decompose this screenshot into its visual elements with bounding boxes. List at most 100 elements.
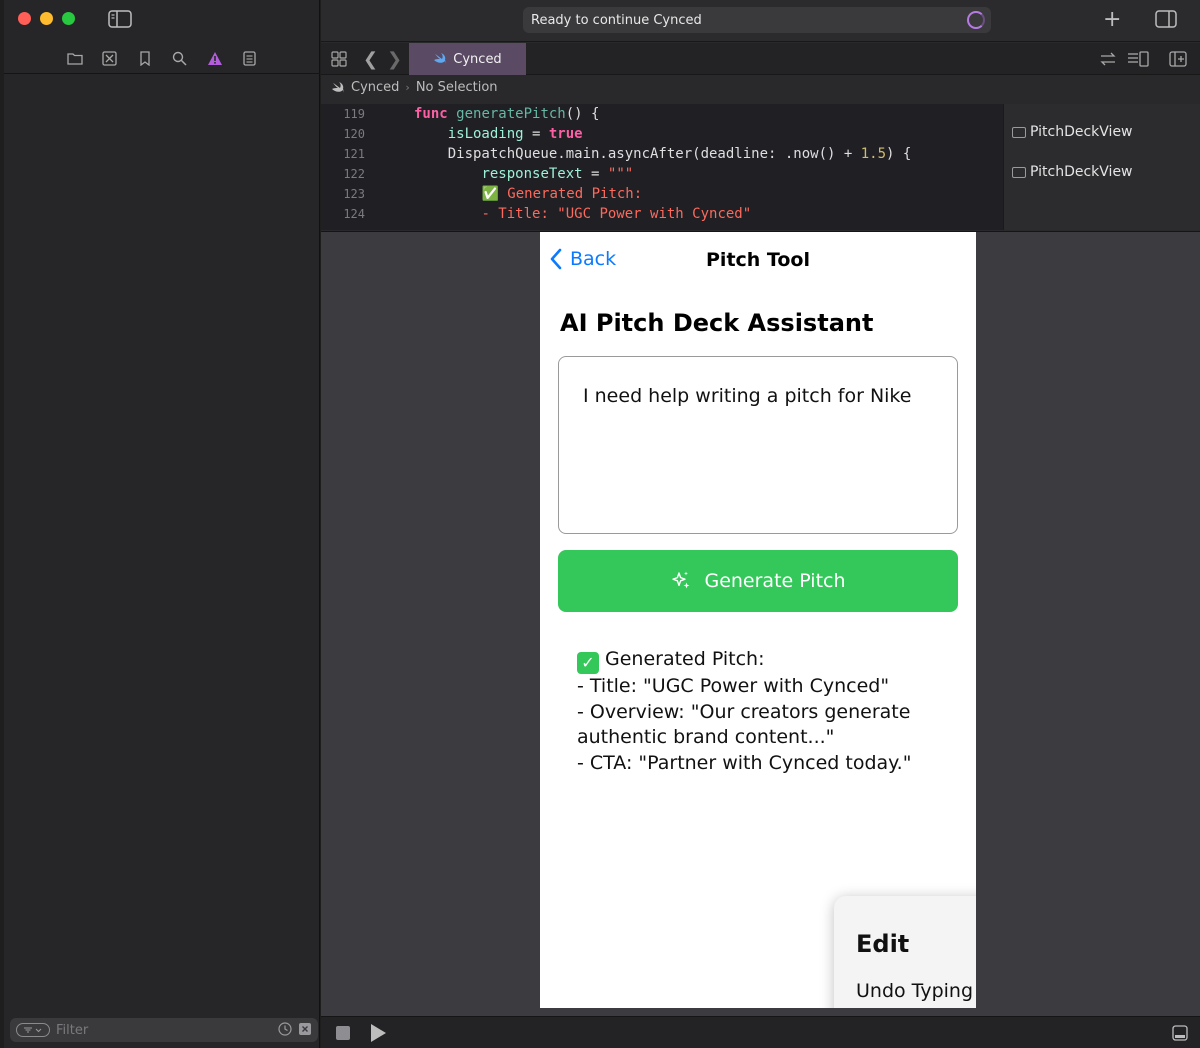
generated-pitch-text: ✓ Generated Pitch: - Title: "UGC Power wi… bbox=[577, 647, 937, 776]
code-text: DispatchQueue.main.asyncAfter(deadline: … bbox=[414, 144, 912, 164]
code-token: isLoading bbox=[447, 126, 524, 142]
result-line: - Overview: "Our creators generate authe… bbox=[577, 700, 911, 749]
code-line[interactable]: 120 isLoading = true bbox=[321, 124, 1003, 144]
nav-bar: Back Pitch Tool bbox=[540, 232, 976, 292]
edit-menu: Edit Undo Typing bbox=[834, 896, 976, 1008]
zoom-window-button[interactable] bbox=[62, 12, 75, 25]
tab-cynced[interactable]: Cynced bbox=[409, 43, 526, 75]
line-number: 123 bbox=[343, 187, 365, 201]
code-token: responseText bbox=[481, 166, 583, 182]
minimize-window-button[interactable] bbox=[40, 12, 53, 25]
breadcrumb-selection[interactable]: No Selection bbox=[416, 80, 498, 95]
editor-tab-bar: ❮ ❯ Cynced bbox=[321, 43, 1200, 75]
code-line[interactable]: 121 DispatchQueue.main.asyncAfter(deadli… bbox=[321, 144, 1003, 164]
warning-icon[interactable] bbox=[206, 50, 223, 67]
prompt-text-editor[interactable]: I need help writing a pitch for Nike bbox=[558, 356, 958, 534]
sidebar-toggle-icon[interactable] bbox=[108, 10, 132, 28]
code-token: DispatchQueue.main.asyncAfter(deadline: … bbox=[414, 146, 861, 162]
code-text: - Title: "UGC Power with Cynced" bbox=[414, 204, 751, 224]
code-token: () { bbox=[565, 106, 600, 122]
line-number: 121 bbox=[343, 147, 365, 161]
navigate-forward-icon[interactable]: ❯ bbox=[387, 49, 402, 70]
editor-area: Ready to continue Cynced + ❮ ❯ Cynced Cy… bbox=[321, 0, 1200, 1048]
breadcrumb: Cynced › No Selection bbox=[331, 80, 498, 95]
check-mark-icon: ✓ bbox=[577, 652, 599, 674]
swap-icon[interactable] bbox=[1099, 51, 1117, 67]
close-window-button[interactable] bbox=[18, 12, 31, 25]
line-number: 122 bbox=[343, 167, 365, 181]
undo-typing-item[interactable]: Undo Typing bbox=[856, 980, 973, 1002]
generate-pitch-label: Generate Pitch bbox=[704, 570, 846, 592]
navigate-back-icon[interactable]: ❮ bbox=[363, 49, 378, 70]
swift-icon bbox=[332, 81, 344, 93]
struct-icon bbox=[1012, 126, 1026, 138]
code-line[interactable]: 119 func generatePitch() { bbox=[321, 104, 1003, 124]
minimap-item[interactable]: PitchDeckView bbox=[1012, 164, 1133, 180]
sparkles-icon bbox=[672, 571, 690, 589]
code-token: = bbox=[582, 166, 608, 182]
code-editor[interactable]: 119 func generatePitch() {120 isLoading =… bbox=[321, 104, 1003, 230]
line-number: 124 bbox=[343, 207, 365, 221]
generate-pitch-button[interactable]: Generate Pitch bbox=[558, 550, 958, 612]
stop-icon[interactable] bbox=[336, 1026, 350, 1040]
search-icon[interactable] bbox=[171, 50, 188, 67]
breadcrumb-separator: › bbox=[405, 81, 410, 94]
bookmark-icon[interactable] bbox=[136, 50, 153, 67]
navigator-tabs bbox=[4, 44, 320, 74]
swift-icon bbox=[434, 53, 447, 64]
line-number: 119 bbox=[343, 107, 365, 121]
split-editor-icon[interactable] bbox=[1169, 51, 1187, 67]
status-text: Ready to continue Cynced bbox=[531, 12, 702, 28]
code-token: func bbox=[414, 106, 457, 122]
code-line[interactable]: 123 ✅ Generated Pitch: bbox=[321, 184, 1003, 204]
activity-status: Ready to continue Cynced bbox=[523, 7, 991, 33]
inspector-toggle-icon[interactable] bbox=[1155, 10, 1177, 28]
code-token: """ bbox=[607, 166, 634, 182]
struct-icon bbox=[1012, 166, 1026, 178]
filter-input[interactable]: Filter bbox=[56, 1023, 272, 1038]
related-items-icon[interactable] bbox=[331, 51, 347, 67]
page-title: AI Pitch Deck Assistant bbox=[560, 309, 874, 337]
edit-menu-title: Edit bbox=[856, 930, 910, 958]
preview-canvas: Back Pitch Tool AI Pitch Deck Assistant … bbox=[321, 231, 1200, 1016]
recent-files-icon[interactable] bbox=[278, 1021, 292, 1040]
result-heading: Generated Pitch: bbox=[605, 648, 765, 670]
tab-label: Cynced bbox=[453, 51, 502, 67]
navigator-panel: Filter bbox=[4, 0, 320, 1048]
breadcrumb-project[interactable]: Cynced bbox=[351, 80, 399, 95]
code-line[interactable]: 122 responseText = """ bbox=[321, 164, 1003, 184]
folder-icon[interactable] bbox=[66, 50, 83, 67]
code-line[interactable]: 124 - Title: "UGC Power with Cynced" bbox=[321, 204, 1003, 224]
code-text: ✅ Generated Pitch: bbox=[414, 184, 642, 204]
filter-bar: Filter bbox=[10, 1018, 318, 1042]
result-line: - Title: "UGC Power with Cynced" bbox=[577, 675, 890, 697]
xcode-window: Filter Ready to continue Cynced + ❮ ❯ Cy… bbox=[0, 0, 1200, 1048]
filter-options-icon[interactable] bbox=[16, 1023, 50, 1037]
toolbar: Ready to continue Cynced + bbox=[321, 0, 1200, 42]
line-number: 120 bbox=[343, 127, 365, 141]
code-token: ✅ Generated Pitch: bbox=[481, 186, 643, 202]
debug-area-toggle-icon[interactable] bbox=[1172, 1025, 1188, 1041]
code-token: = bbox=[523, 126, 549, 142]
play-icon[interactable] bbox=[371, 1024, 386, 1042]
add-library-icon[interactable]: + bbox=[1103, 9, 1121, 31]
code-token: 1.5 bbox=[860, 146, 887, 162]
code-token: generatePitch bbox=[456, 106, 566, 122]
code-token: ) { bbox=[886, 146, 912, 162]
device-preview: Back Pitch Tool AI Pitch Deck Assistant … bbox=[540, 232, 976, 1008]
code-text: func generatePitch() { bbox=[414, 104, 599, 124]
minimap-item[interactable]: PitchDeckView bbox=[1012, 124, 1133, 140]
source-control-icon[interactable] bbox=[101, 50, 118, 67]
nav-title: Pitch Tool bbox=[706, 249, 810, 271]
result-line: - CTA: "Partner with Cynced today." bbox=[577, 751, 912, 774]
progress-spinner-icon bbox=[967, 11, 985, 29]
editor-options-icon[interactable] bbox=[1127, 51, 1149, 67]
window-controls bbox=[18, 12, 75, 25]
code-text: responseText = """ bbox=[414, 164, 633, 184]
report-icon[interactable] bbox=[241, 50, 258, 67]
clear-filter-icon[interactable] bbox=[298, 1021, 312, 1040]
minimap: PitchDeckView PitchDeckView bbox=[1003, 104, 1200, 230]
